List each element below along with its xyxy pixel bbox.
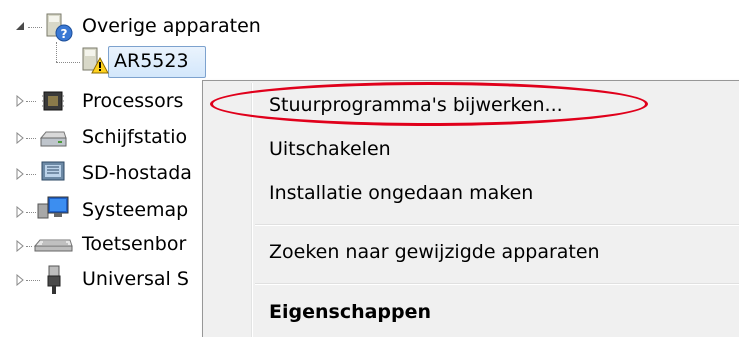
tree-node-label[interactable]: Schijfstatio	[82, 124, 187, 150]
usb-icon	[47, 265, 61, 294]
expand-arrow-icon[interactable]	[14, 274, 26, 286]
keyboard-icon	[33, 239, 73, 252]
tree-connector	[28, 27, 42, 28]
expand-arrow-icon[interactable]	[14, 240, 26, 252]
tree-node-label[interactable]: Systeemap	[82, 197, 188, 223]
expand-arrow-icon[interactable]	[14, 132, 26, 144]
tree-node-label[interactable]: Processors	[82, 88, 183, 114]
expand-arrow-icon[interactable]	[14, 206, 26, 218]
sd-host-icon	[41, 161, 65, 181]
menu-item-disable[interactable]: Uitschakelen	[269, 136, 391, 162]
highlight-ellipse	[210, 82, 648, 126]
menu-separator	[255, 224, 739, 226]
collapse-arrow-icon[interactable]	[14, 20, 26, 32]
menu-item-uninstall[interactable]: Installatie ongedaan maken	[269, 180, 533, 206]
tree-connector	[26, 212, 36, 213]
menu-item-scan-hardware[interactable]: Zoeken naar gewijzigde apparaten	[269, 239, 600, 265]
tree-node-label[interactable]: Toetsenbor	[82, 231, 186, 257]
tree-connector	[26, 138, 36, 139]
warning-device-icon	[82, 47, 109, 74]
tree-connector	[26, 174, 36, 175]
unknown-device-icon: ?	[46, 13, 73, 42]
disk-drive-icon	[39, 131, 67, 147]
tree-group-label[interactable]: Overige apparaten	[82, 13, 261, 39]
menu-item-properties[interactable]: Eigenschappen	[269, 299, 431, 325]
tree-node-label[interactable]: SD-hostada	[82, 160, 192, 186]
tree-node-label[interactable]: Universal S	[82, 266, 189, 292]
tree-connector	[56, 42, 57, 62]
system-device-icon	[37, 196, 69, 219]
expand-arrow-icon[interactable]	[14, 95, 26, 107]
processor-icon	[42, 91, 64, 111]
tree-child-label[interactable]: AR5523	[114, 48, 189, 74]
tree-connector	[26, 280, 40, 281]
menu-separator	[255, 283, 739, 285]
expand-arrow-icon[interactable]	[14, 168, 26, 180]
svg-text:?: ?	[61, 27, 68, 41]
tree-connector	[56, 62, 80, 63]
tree-connector	[26, 101, 36, 102]
menu-icon-gutter	[251, 83, 253, 337]
